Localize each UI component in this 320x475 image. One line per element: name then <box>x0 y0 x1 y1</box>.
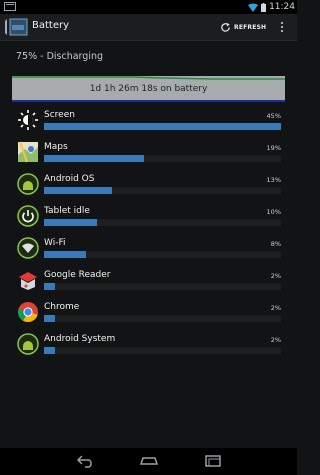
usage-item-tablet-idle[interactable]: Tablet idle 10% <box>0 205 297 238</box>
refresh-button[interactable]: REFRESH <box>220 17 266 37</box>
on-battery-duration: 1d 1h 26m 18s on battery <box>89 84 208 94</box>
usage-percent: 19% <box>266 144 281 152</box>
usage-item-screen[interactable]: Screen 45% <box>0 110 297 142</box>
usage-bar-track <box>44 347 281 354</box>
usage-bar-track <box>44 219 281 226</box>
usage-bar-track <box>44 315 281 322</box>
maps-icon <box>18 141 38 163</box>
recent-apps-icon[interactable] <box>203 454 223 468</box>
home-icon[interactable] <box>139 454 159 468</box>
battery-history-graph[interactable]: 1d 1h 26m 18s on battery <box>12 76 285 102</box>
usage-item-android-system[interactable]: Android System 2% <box>0 333 297 366</box>
power-icon <box>17 205 39 227</box>
back-icon[interactable] <box>76 454 96 468</box>
usage-item-maps[interactable]: Maps 19% <box>0 141 297 174</box>
usage-bar <box>44 123 281 130</box>
usage-bar <box>44 315 55 322</box>
usage-percent: 2% <box>270 272 281 280</box>
wifi-signal-icon <box>248 3 259 12</box>
usage-bar <box>44 187 113 194</box>
usage-item-google-reader[interactable]: Google Reader 2% <box>0 270 297 302</box>
usage-bar-track <box>44 283 281 290</box>
usage-percent: 45% <box>266 112 281 120</box>
refresh-label: REFRESH <box>234 23 267 31</box>
usage-bar <box>44 251 87 258</box>
navigation-bar <box>0 448 297 475</box>
screen-title: Battery <box>32 20 70 31</box>
clock: 11:24 <box>269 2 295 12</box>
usage-bar-track <box>44 155 281 162</box>
refresh-icon <box>221 22 230 32</box>
android-system-icon <box>17 333 39 355</box>
usage-bar-track <box>44 251 281 258</box>
usage-item-android-os[interactable]: Android OS 13% <box>0 173 297 206</box>
status-bar: 11:24 <box>0 0 297 14</box>
usage-item-wifi[interactable]: Wi-Fi 8% <box>0 237 297 270</box>
battery-status-icon <box>261 2 267 12</box>
usage-name: Tablet idle <box>44 206 90 216</box>
usage-item-chrome[interactable]: Chrome 2% <box>0 302 297 334</box>
usage-name: Maps <box>44 142 68 152</box>
battery-app-icon[interactable] <box>4 17 28 37</box>
notification-icon <box>4 2 16 11</box>
usage-percent: 8% <box>270 240 281 248</box>
battery-status-text: 75% - Discharging <box>16 51 104 62</box>
usage-name: Wi-Fi <box>44 238 66 248</box>
wifi-icon <box>17 237 39 259</box>
usage-name: Android System <box>44 334 116 344</box>
overflow-menu-icon[interactable] <box>278 20 286 34</box>
google-reader-icon <box>19 272 37 290</box>
usage-bar-track <box>44 187 281 194</box>
usage-bar <box>44 347 55 354</box>
usage-percent: 2% <box>270 336 281 344</box>
usage-percent: 2% <box>270 304 281 312</box>
usage-percent: 10% <box>266 208 281 216</box>
action-bar: Battery REFRESH <box>0 14 297 41</box>
usage-bar <box>44 155 145 162</box>
usage-bar <box>44 283 55 290</box>
usage-name: Android OS <box>44 174 95 184</box>
screen-brightness-icon <box>18 110 38 130</box>
usage-name: Google Reader <box>44 270 111 280</box>
usage-name: Chrome <box>44 302 80 312</box>
chrome-icon <box>17 302 38 323</box>
usage-bar-track <box>44 123 281 130</box>
android-os-icon <box>17 173 39 195</box>
usage-percent: 13% <box>266 176 281 184</box>
usage-name: Screen <box>44 110 75 120</box>
usage-bar <box>44 219 97 226</box>
